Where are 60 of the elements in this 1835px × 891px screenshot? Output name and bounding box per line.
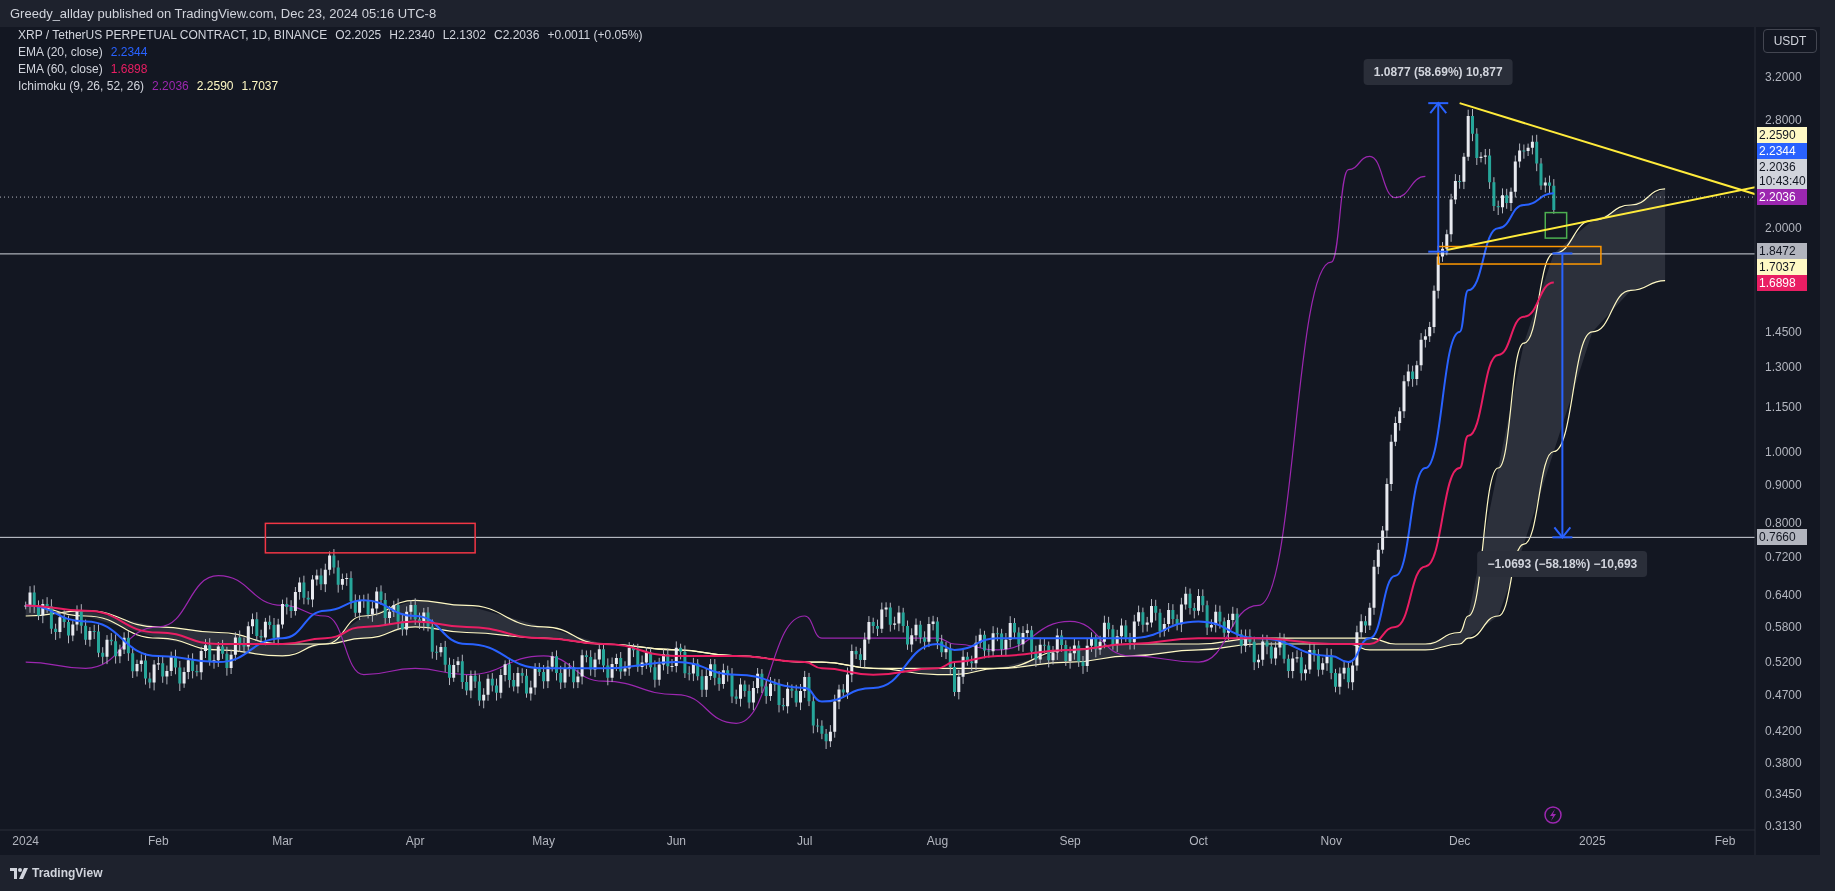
price-axis-label: 0.8000 — [1765, 516, 1802, 531]
indicator-value: 1.7037 — [241, 79, 279, 94]
time-axis-label: Apr — [405, 834, 425, 848]
price-axis-label: 0.7200 — [1765, 550, 1802, 565]
indicator-name: Ichimoku (9, 26, 52, 26) — [18, 79, 145, 94]
time-axis-label: Mar — [272, 834, 293, 848]
indicator-value: 1.6898 — [110, 62, 148, 77]
time-axis-label: Aug — [926, 834, 949, 848]
indicator-value: 2.2344 — [110, 45, 148, 60]
measure-label: 1.0877 (58.69%) 10,877 — [1363, 59, 1513, 86]
brand-name: TradingView — [32, 866, 103, 880]
time-axis-label: 2024 — [12, 834, 40, 848]
price-axis-label: 0.4200 — [1765, 723, 1802, 738]
price-tag: 2.2036 10:43:40 — [1757, 159, 1807, 190]
ohlc-value: L2.1302 — [442, 28, 486, 43]
time-axis-label: Feb — [1714, 834, 1736, 848]
price-tag: 2.2036 — [1757, 189, 1807, 206]
indicator-name: EMA (60, close) — [18, 62, 103, 77]
price-axis-label: 0.4700 — [1765, 687, 1802, 702]
price-axis-label: 0.3450 — [1765, 787, 1802, 802]
time-axis-label: Jun — [666, 834, 686, 848]
price-axis-label: 1.3000 — [1765, 360, 1802, 374]
indicator-value: 2.2590 — [196, 79, 234, 94]
price-change: +0.0011 (+0.05%) — [547, 28, 643, 43]
symbol-title: XRP / TetherUS PERPETUAL CONTRACT, 1D, BINANCE — [18, 28, 328, 43]
price-axis-label: 2.0000 — [1765, 221, 1802, 236]
price-tag: 1.8472 — [1757, 242, 1807, 259]
publish-info: Greedy_allday published on TradingView.com, Dec 23, 2024 05:16 UTC-8 — [10, 6, 437, 21]
time-axis-label: Jul — [797, 834, 813, 848]
currency-button[interactable]: USDT — [1763, 29, 1817, 53]
time-axis-label: 2025 — [1579, 834, 1606, 848]
price-axis-label: 2.8000 — [1765, 112, 1802, 127]
price-axis-label: 0.9000 — [1765, 478, 1802, 493]
measure-label: −1.0693 (−58.18%) −10,693 — [1477, 551, 1648, 578]
time-axis-label: Nov — [1320, 834, 1342, 848]
time-axis-label: Sep — [1059, 834, 1081, 848]
highlight-rectangle — [1544, 211, 1568, 239]
indicator-value: 2.2036 — [152, 79, 189, 94]
price-axis-label: 0.6400 — [1765, 588, 1802, 603]
time-axis-label: Oct — [1189, 834, 1208, 848]
price-tag: 0.7660 — [1757, 529, 1807, 546]
time-axis-label: May — [532, 834, 555, 848]
price-axis-label: 3.2000 — [1765, 69, 1802, 84]
price-axis-label: 0.5200 — [1765, 655, 1802, 670]
ohlc-value: C2.2036 — [494, 28, 540, 43]
price-axis-label: 1.1500 — [1765, 399, 1802, 414]
price-axis-label: 0.5800 — [1765, 619, 1802, 634]
price-axis-label: 1.4500 — [1765, 324, 1802, 339]
price-tag: 2.2590 — [1757, 127, 1807, 144]
ohlc-value: O2.2025 — [335, 28, 382, 43]
price-tag: 2.2344 — [1757, 143, 1807, 160]
indicator-name: EMA (20, close) — [18, 45, 103, 60]
time-axis-label: Feb — [148, 834, 169, 848]
lightning-icon[interactable] — [1544, 806, 1562, 824]
price-axis-label: 0.3800 — [1765, 756, 1802, 771]
time-axis-label: Dec — [1448, 834, 1471, 848]
logo-icon — [10, 867, 28, 879]
ohlc-value: H2.2340 — [389, 28, 435, 43]
price-axis-label: 1.0000 — [1765, 444, 1802, 459]
price-axis-label: 0.3130 — [1765, 818, 1802, 833]
